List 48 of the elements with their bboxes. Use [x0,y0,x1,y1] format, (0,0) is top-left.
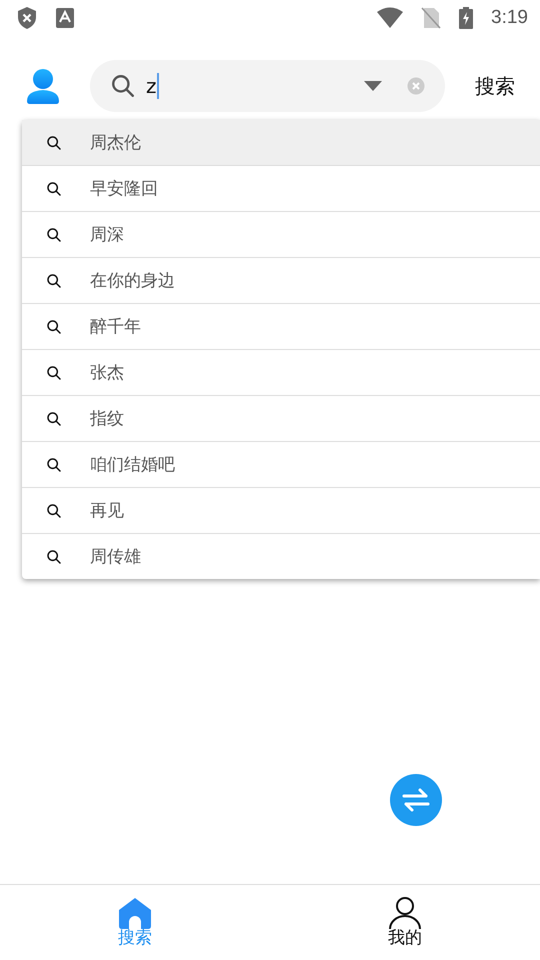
search-field[interactable]: z [90,60,445,112]
suggestion-item[interactable]: 醉千年 [22,304,540,350]
suggestion-item[interactable]: 再见 [22,488,540,534]
search-button[interactable]: 搜索 [471,68,519,104]
swap-button[interactable] [390,774,442,826]
suggestion-item[interactable]: 在你的身边 [22,258,540,304]
dropdown-caret-icon[interactable] [363,80,383,92]
suggestion-text: 再见 [90,500,124,522]
search-icon [46,456,62,472]
search-icon [46,548,62,564]
search-icon [110,73,136,99]
suggestion-text: 醉千年 [90,316,141,338]
suggestion-item[interactable]: 周传雄 [22,534,540,579]
suggestion-text: 在你的身边 [90,270,175,292]
no-sim-icon [421,7,442,29]
suggestion-text: 早安隆回 [90,178,158,200]
suggestion-text: 指纹 [90,408,124,430]
suggestion-text: 周传雄 [90,546,141,568]
suggestion-item[interactable]: 周杰伦 [22,120,540,166]
keyboard-icon [56,8,74,28]
search-query: z [146,74,156,98]
battery-charging-icon [459,7,474,29]
search-icon [46,364,62,380]
suggestion-text: 周深 [90,224,124,246]
swap-arrows-icon [401,787,431,813]
nav-tab[interactable]: 我的 [270,885,540,960]
person-icon [387,896,423,930]
suggestion-text: 周杰伦 [90,132,141,154]
text-cursor [156,73,158,99]
search-icon [46,180,62,196]
suggestion-item[interactable]: 指纹 [22,396,540,442]
suggestion-text: 咱们结婚吧 [90,454,175,476]
search-icon [46,134,62,150]
suggestion-text: 张杰 [90,362,124,384]
clock-time: 3:19 [491,7,528,29]
suggestion-item[interactable]: 周深 [22,212,540,258]
user-avatar-icon[interactable] [24,67,62,105]
search-icon [46,226,62,242]
suggestion-item[interactable]: 早安隆回 [22,166,540,212]
search-icon [46,502,62,518]
search-icon [46,272,62,288]
search-icon [46,410,62,426]
suggestion-item[interactable]: 张杰 [22,350,540,396]
wifi-icon [377,7,404,29]
home-icon [117,896,153,930]
search-icon [46,318,62,334]
shield-icon [16,6,38,30]
suggestion-item[interactable]: 咱们结婚吧 [22,442,540,488]
